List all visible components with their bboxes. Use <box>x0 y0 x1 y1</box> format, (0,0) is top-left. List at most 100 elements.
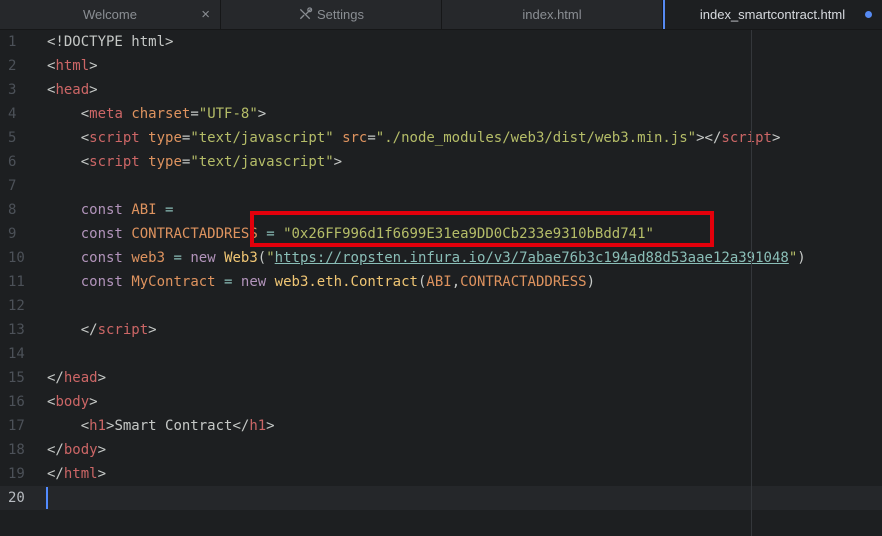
code-line[interactable]: 17 <h1>Smart Contract</h1> <box>0 414 882 438</box>
code-token: CONTRACTADDRESS <box>460 274 587 290</box>
code-token: script <box>97 322 149 338</box>
code-token[interactable]: https://ropsten.infura.io/v3/7abae76b3c1… <box>275 250 789 266</box>
line-number: 19 <box>8 466 25 482</box>
code-token: <!DOCTYPE html> <box>47 34 174 50</box>
code-editor[interactable]: 1 <!DOCTYPE html> 2 <html> 3 <head> 4 <meta ch… <box>0 30 882 536</box>
line-number: 13 <box>8 322 25 338</box>
code-token: const <box>80 274 123 290</box>
code-token: script <box>89 130 140 146</box>
code-text: <script type="text/javascript"> <box>47 150 342 174</box>
code-token: ) <box>586 274 595 290</box>
code-token: < <box>47 130 90 146</box>
code-line[interactable]: 10 const web3 = new Web3("https://ropste… <box>0 246 882 270</box>
tab-welcome[interactable]: Welcome × <box>0 0 221 29</box>
modified-indicator-icon[interactable] <box>865 11 872 18</box>
code-token: </ <box>47 322 98 338</box>
line-number: 3 <box>8 82 17 98</box>
code-line[interactable]: 5 <script type="text/javascript" src="./… <box>0 126 882 150</box>
code-token: script <box>89 154 140 170</box>
line-number: 15 <box>8 370 25 386</box>
code-line[interactable]: 14 <box>0 342 882 366</box>
code-token: ABI <box>131 202 157 218</box>
code-token: const <box>80 226 123 242</box>
line-number: 8 <box>8 202 17 218</box>
code-line[interactable]: 18 </body> <box>0 438 882 462</box>
code-line[interactable]: 19 </html> <box>0 462 882 486</box>
code-token: </ <box>47 370 64 386</box>
code-token: < <box>47 154 90 170</box>
code-line[interactable]: 4 <meta charset="UTF-8"> <box>0 102 882 126</box>
tab-label: index.html <box>522 7 582 22</box>
code-token: "UTF-8" <box>198 106 258 122</box>
line-number: 2 <box>8 58 17 74</box>
code-text: </script> <box>47 318 157 342</box>
code-token: "./node_modules/web3/dist/web3.min.js" <box>375 130 697 146</box>
code-text: <html> <box>47 54 98 78</box>
code-token: web3 <box>131 250 166 266</box>
code-token: head <box>63 370 98 386</box>
line-number: 6 <box>8 154 17 170</box>
code-line[interactable]: 12 <box>0 294 882 318</box>
wrap-guide <box>751 30 752 536</box>
code-line[interactable]: 3 <head> <box>0 78 882 102</box>
code-token: ) <box>797 250 806 266</box>
code-token: = <box>190 106 199 122</box>
code-text: </html> <box>47 462 106 486</box>
code-text: <h1>Smart Contract</h1> <box>47 414 275 438</box>
code-token: > <box>89 394 98 410</box>
code-token: > <box>148 322 157 338</box>
code-line[interactable]: 1 <!DOCTYPE html> <box>0 30 882 54</box>
code-token: </ <box>47 442 64 458</box>
tab-index-smartcontract-html[interactable]: index_smartcontract.html <box>663 0 882 29</box>
line-number: 12 <box>8 298 25 314</box>
code-line[interactable]: 11 const MyContract = new web3.eth.Contr… <box>0 270 882 294</box>
code-token: ABI <box>426 274 452 290</box>
code-token: type <box>148 154 182 170</box>
tab-index-html[interactable]: index.html <box>442 0 663 29</box>
tab-settings[interactable]: Settings <box>221 0 442 29</box>
code-line[interactable]: 20 <box>0 486 882 510</box>
code-line[interactable]: 6 <script type="text/javascript"> <box>0 150 882 174</box>
line-number: 1 <box>8 34 17 50</box>
code-line[interactable]: 7 <box>0 174 882 198</box>
code-token: ( <box>257 250 267 266</box>
code-text: </body> <box>47 438 106 462</box>
line-number: 11 <box>8 274 25 290</box>
code-token: const <box>80 250 123 266</box>
code-line[interactable]: 2 <html> <box>0 54 882 78</box>
code-token: "text/javascript" <box>190 130 334 146</box>
code-token: < <box>47 418 90 434</box>
code-token: > <box>266 418 275 434</box>
code-token: web3.eth.Contract <box>274 274 418 290</box>
code-token: >Smart Contract</ <box>106 418 250 434</box>
code-token: html <box>55 58 90 74</box>
close-icon[interactable]: × <box>201 6 210 23</box>
code-token: html <box>63 466 98 482</box>
code-token: > <box>89 58 98 74</box>
code-token: body <box>63 442 98 458</box>
code-token: body <box>55 394 90 410</box>
tab-bar: Welcome × Settings index.html index_smar… <box>0 0 882 30</box>
code-token: new <box>190 250 216 266</box>
code-line[interactable]: 13 </script> <box>0 318 882 342</box>
code-line[interactable]: 16 <body> <box>0 390 882 414</box>
code-text: const ABI = <box>47 198 174 222</box>
code-token: > <box>333 154 343 170</box>
code-line[interactable]: 15 </head> <box>0 366 882 390</box>
code-token: charset <box>131 106 191 122</box>
line-number: 18 <box>8 442 25 458</box>
code-token: > <box>97 370 107 386</box>
line-number: 20 <box>8 490 25 506</box>
code-text: const web3 = new Web3("https://ropsten.i… <box>47 246 806 270</box>
line-number: 7 <box>8 178 17 194</box>
code-token: " <box>788 250 798 266</box>
code-token: src <box>342 130 368 146</box>
